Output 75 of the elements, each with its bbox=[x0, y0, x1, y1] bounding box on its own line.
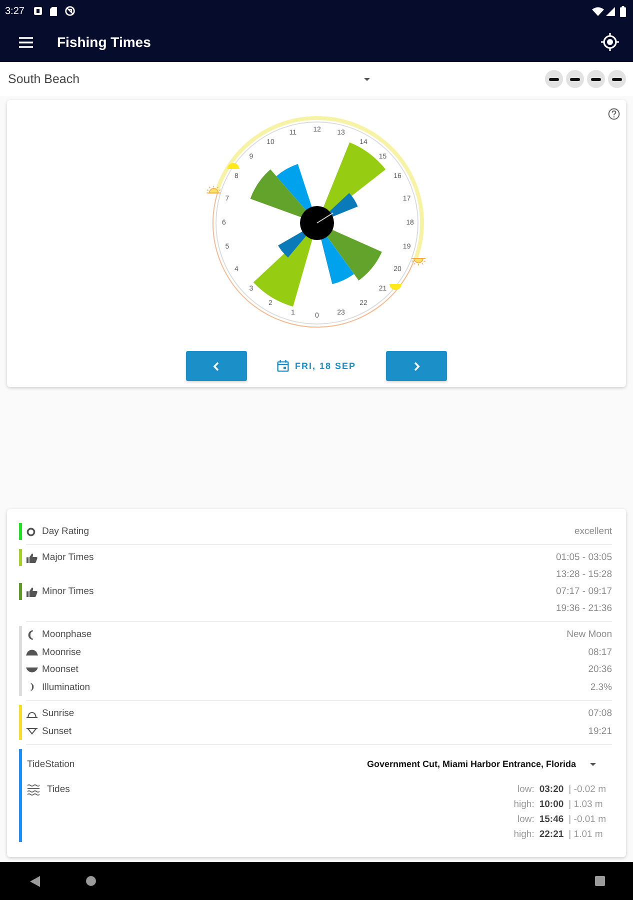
notification-icon bbox=[34, 7, 42, 15]
tide-type: high: bbox=[514, 828, 534, 842]
row-value: New Moon bbox=[566, 628, 612, 642]
menu-icon[interactable] bbox=[19, 36, 33, 48]
circle-button[interactable] bbox=[566, 70, 584, 88]
back-icon[interactable] bbox=[30, 876, 40, 886]
tide-height: | -0.02 m bbox=[568, 783, 606, 797]
tide-time: 22:21 bbox=[539, 828, 564, 842]
half-disc-marker-icon bbox=[226, 163, 239, 170]
tide-height: | 1.01 m bbox=[568, 828, 604, 842]
tide-time: 10:00 bbox=[539, 798, 564, 812]
row-label: Moonset bbox=[42, 664, 78, 676]
chevron-left-icon bbox=[213, 362, 220, 370]
signal-icon bbox=[606, 6, 615, 16]
tide-time: 15:46 bbox=[539, 813, 564, 827]
row-label: Sunset bbox=[42, 726, 72, 737]
row-value: 13:28 - 15:28 bbox=[556, 568, 612, 582]
tides-label: Tides bbox=[47, 784, 70, 795]
locate-icon[interactable] bbox=[601, 33, 619, 51]
row-value: 2.3% bbox=[590, 680, 612, 695]
app-title: Fishing Times bbox=[57, 34, 151, 50]
wifi-icon bbox=[592, 6, 604, 16]
row-value: 20:36 bbox=[588, 663, 612, 678]
clock-hand bbox=[316, 212, 334, 224]
tide-height: | 1.03 m bbox=[568, 798, 604, 812]
sun-marker-icon bbox=[410, 258, 426, 266]
row-value: 01:05 - 03:05 bbox=[556, 551, 612, 565]
circle-button[interactable] bbox=[608, 70, 626, 88]
tide-height: | -0.01 m bbox=[568, 813, 606, 827]
caret-icon bbox=[364, 78, 370, 80]
row-value: 08:17 bbox=[588, 646, 612, 660]
row-value: 19:21 bbox=[588, 724, 612, 739]
half-disc-marker-icon bbox=[389, 284, 401, 290]
thumbs-up-icon bbox=[26, 586, 38, 596]
calendar-icon bbox=[276, 360, 289, 372]
home-icon[interactable] bbox=[86, 876, 96, 886]
battery-icon bbox=[620, 6, 626, 16]
row-value: 19:36 - 21:36 bbox=[556, 602, 612, 616]
center-hub bbox=[300, 206, 334, 240]
circle-button[interactable] bbox=[545, 70, 563, 88]
chevron-right-icon bbox=[414, 362, 420, 370]
row-label: Moonphase bbox=[42, 629, 92, 640]
tide-type: high: bbox=[514, 798, 534, 812]
tide-station-label: TideStation bbox=[27, 758, 75, 770]
dash-icon bbox=[612, 78, 622, 80]
moonrise-icon bbox=[26, 647, 38, 658]
thumbs-up-icon bbox=[26, 552, 38, 562]
circle-button[interactable] bbox=[587, 70, 605, 88]
sd-card-icon bbox=[50, 6, 58, 16]
blocked-circle-icon bbox=[65, 6, 76, 16]
dash-icon bbox=[549, 78, 559, 80]
help-icon[interactable] bbox=[608, 108, 620, 120]
row-value: 07:17 - 09:17 bbox=[556, 585, 612, 599]
tide-time: 03:20 bbox=[539, 783, 564, 797]
date-picker-button[interactable]: FRI, 18 SEP bbox=[276, 360, 356, 372]
dash-icon bbox=[591, 78, 601, 80]
tide-type: low: bbox=[516, 783, 534, 797]
sunset-icon bbox=[26, 726, 38, 736]
ring-icon bbox=[26, 526, 38, 536]
sun-marker-icon bbox=[206, 186, 221, 194]
row-label: Sunrise bbox=[42, 708, 74, 720]
row-label: Moonrise bbox=[42, 646, 82, 658]
row-value: 07:08 bbox=[588, 707, 612, 722]
row-label: Major Times bbox=[42, 552, 94, 563]
moonset-icon bbox=[26, 664, 38, 675]
row-value: excellent bbox=[574, 525, 612, 539]
tide-station-dropdown[interactable]: Government Cut, Miami Harbor Entrance, Florida bbox=[366, 759, 612, 769]
status-time: 3:27 bbox=[5, 6, 24, 16]
tide-type: low: bbox=[516, 813, 534, 827]
caret-icon bbox=[590, 762, 596, 766]
row-label: Illumination bbox=[42, 682, 90, 693]
row-label: Day Rating bbox=[42, 526, 89, 537]
waves-icon bbox=[27, 784, 40, 796]
row-label: Minor Times bbox=[42, 586, 94, 597]
dash-icon bbox=[570, 78, 580, 80]
